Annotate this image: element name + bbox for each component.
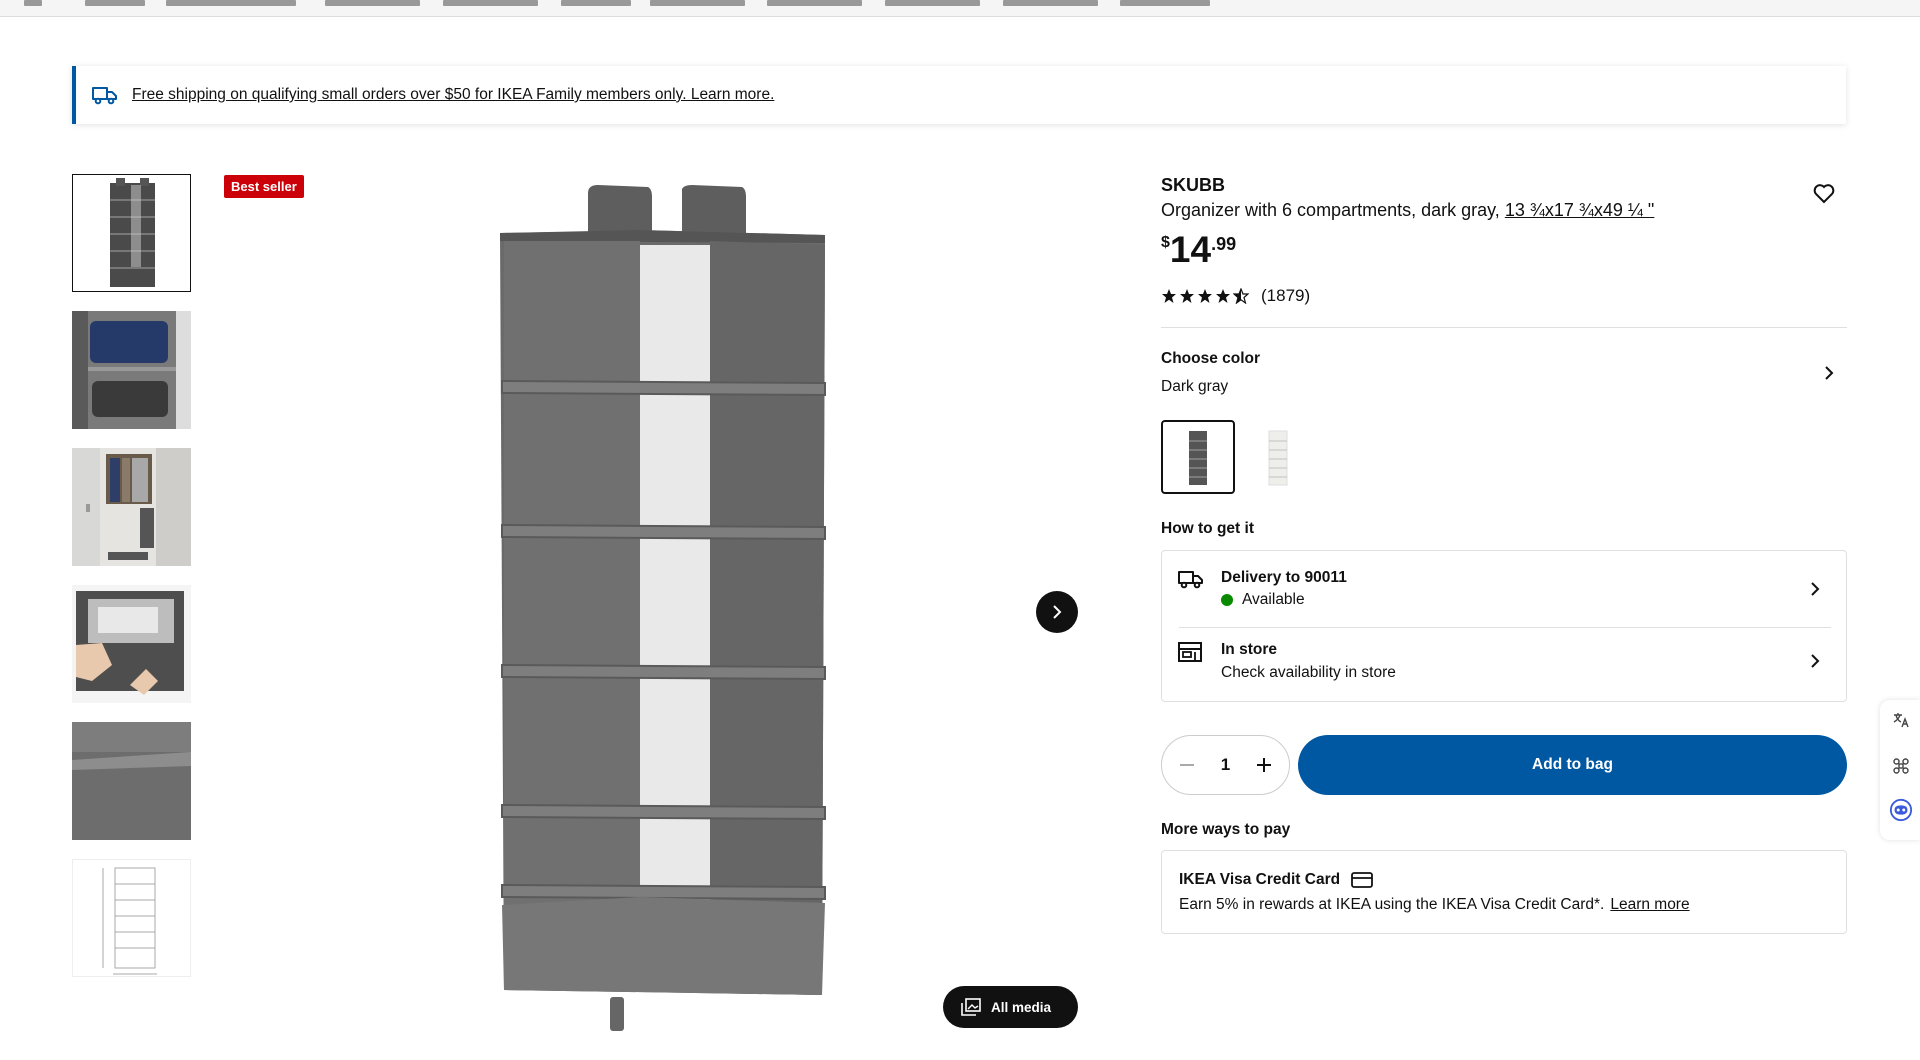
all-media-label: All media [991, 999, 1052, 1015]
thumbnail-2[interactable] [72, 311, 191, 429]
visa-card-title: IKEA Visa Credit Card [1179, 871, 1373, 889]
how-to-get-box: Delivery to 90011 Available In store Che… [1161, 550, 1847, 702]
rating-count: (1879) [1261, 286, 1311, 305]
product-rating[interactable]: (1879) [1161, 286, 1310, 306]
half-star-icon [1233, 288, 1249, 304]
chevron-right-icon [1825, 366, 1834, 380]
apps-icon[interactable] [24, 0, 42, 6]
store-icon [1178, 642, 1202, 662]
price-decimal: .99 [1211, 234, 1237, 254]
star-icon [1216, 289, 1230, 303]
truck-icon [1178, 571, 1203, 589]
gallery-icon [961, 998, 981, 1016]
add-to-bag-button[interactable]: Add to bag [1298, 735, 1847, 795]
quantity-stepper: 1 [1161, 735, 1290, 795]
choose-color-label: Choose color [1161, 350, 1261, 367]
truck-icon [92, 87, 117, 105]
star-icon [1180, 289, 1194, 303]
thumbnail-4[interactable] [72, 585, 191, 703]
shipping-banner: Free shipping on qualifying small orders… [72, 66, 1846, 124]
in-store-title: In store [1221, 641, 1277, 658]
plus-icon[interactable] [1255, 756, 1273, 774]
delivery-status: Available [1221, 591, 1305, 609]
thumbnail-1[interactable] [72, 174, 191, 292]
price-currency: $ [1161, 234, 1170, 251]
swatch-image [1189, 431, 1207, 485]
translate-icon[interactable] [1889, 708, 1913, 732]
main-product-image[interactable] [480, 185, 840, 1035]
thumbnail-5[interactable] [72, 722, 191, 840]
selected-color: Dark gray [1161, 378, 1229, 395]
product-price: $ 14 .99 [1161, 230, 1236, 270]
star-icon [1198, 289, 1212, 303]
delivery-option[interactable]: Delivery to 90011 Available [1162, 551, 1848, 623]
bookmark-item[interactable] [325, 0, 420, 6]
available-dot-icon [1221, 594, 1233, 606]
side-toolbar [1880, 700, 1920, 840]
assistant-icon[interactable] [1889, 798, 1913, 822]
bookmark-item[interactable] [650, 0, 745, 6]
heart-icon [1813, 184, 1835, 204]
rating-stars [1161, 288, 1251, 304]
product-dimensions-link[interactable]: 13 ¾x17 ¾x49 ¼ " [1505, 200, 1655, 220]
in-store-option[interactable]: In store Check availability in store [1162, 627, 1848, 699]
bookmark-item[interactable] [885, 0, 980, 6]
credit-card-icon [1351, 872, 1373, 888]
bookmark-item[interactable] [166, 0, 296, 6]
visa-card-text: Earn 5% in rewards at IKEA using the IKE… [1179, 896, 1690, 914]
divider [1161, 327, 1847, 328]
chevron-right-icon [1053, 605, 1062, 619]
visa-card-description: Earn 5% in rewards at IKEA using the IKE… [1179, 896, 1605, 913]
best-seller-badge: Best seller [224, 175, 304, 198]
thumbnail-3[interactable] [72, 448, 191, 566]
learn-more-link[interactable]: Learn more [1610, 896, 1689, 913]
chevron-right-icon [1811, 582, 1820, 596]
bookmark-item[interactable] [1003, 0, 1098, 6]
bookmark-item[interactable] [443, 0, 538, 6]
bookmarks-bar [0, 0, 1920, 17]
minus-icon[interactable] [1178, 756, 1196, 774]
color-chooser-button[interactable] [1823, 365, 1835, 386]
delivery-status-text: Available [1242, 591, 1305, 608]
visa-card-box: IKEA Visa Credit Card Earn 5% in rewards… [1161, 850, 1847, 934]
favorite-button[interactable] [1813, 184, 1835, 209]
bookmark-item[interactable] [1120, 0, 1210, 6]
shipping-banner-link[interactable]: Free shipping on qualifying small orders… [132, 86, 774, 104]
bookmark-item[interactable] [767, 0, 862, 6]
thumbnail-6[interactable] [72, 859, 191, 977]
product-name: SKUBB [1161, 175, 1226, 195]
quantity-value[interactable]: 1 [1221, 755, 1230, 775]
next-image-button[interactable] [1036, 591, 1078, 633]
command-icon[interactable] [1889, 754, 1913, 778]
color-swatch-dark-gray[interactable] [1161, 420, 1235, 494]
product-description: Organizer with 6 compartments, dark gray… [1161, 200, 1654, 221]
in-store-subtitle: Check availability in store [1221, 664, 1396, 681]
star-icon [1162, 289, 1176, 303]
swatch-image [1268, 430, 1288, 486]
delivery-title: Delivery to 90011 [1221, 569, 1347, 586]
bookmark-item[interactable] [85, 0, 145, 6]
all-media-button[interactable]: All media [943, 986, 1078, 1028]
price-integer: 14 [1169, 229, 1212, 270]
bookmark-item[interactable] [561, 0, 631, 6]
product-description-text: Organizer with 6 compartments, dark gray… [1161, 200, 1500, 220]
more-ways-to-pay-label: More ways to pay [1161, 821, 1291, 838]
how-to-get-label: How to get it [1161, 520, 1254, 537]
visa-card-title-text: IKEA Visa Credit Card [1179, 871, 1341, 888]
color-swatch-white[interactable] [1241, 420, 1315, 494]
chevron-right-icon [1811, 654, 1820, 668]
